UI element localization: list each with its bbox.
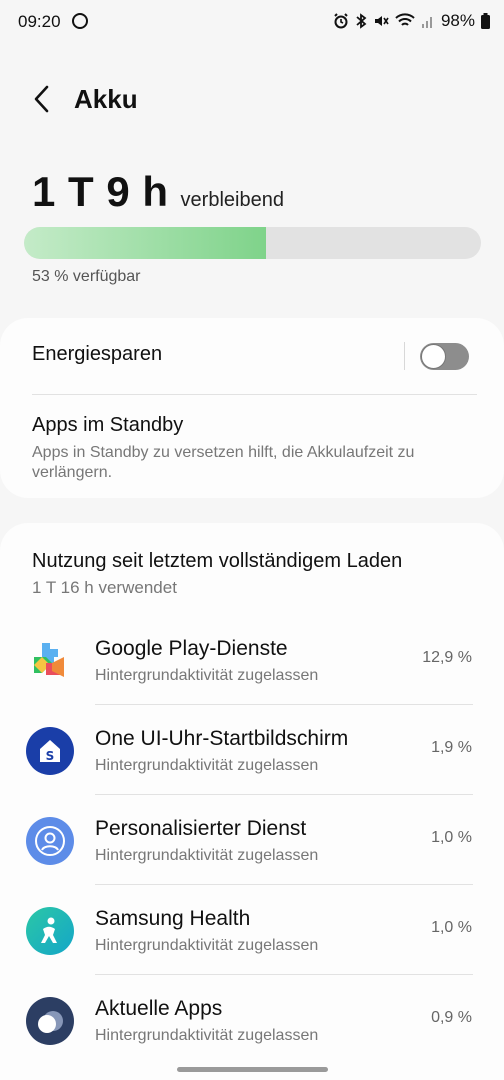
sync-icon bbox=[72, 13, 88, 29]
usage-title: Nutzung seit letztem vollständigem Laden bbox=[32, 550, 403, 572]
mute-icon bbox=[374, 16, 389, 26]
toggle-knob bbox=[421, 344, 446, 369]
app-header: Akku bbox=[0, 80, 504, 120]
status-time: 09:20 bbox=[18, 12, 61, 31]
app-list-item[interactable]: S One UI-Uhr-Startbildschirm Hintergrund… bbox=[0, 727, 504, 817]
app-percent: 0,9 % bbox=[431, 1009, 472, 1026]
app-percent: 1,0 % bbox=[431, 919, 472, 936]
divider bbox=[95, 704, 473, 705]
app-list-item[interactable]: Samsung Health Hintergrundaktivität zuge… bbox=[0, 907, 504, 997]
wifi-icon bbox=[395, 13, 415, 26]
battery-level-bar bbox=[24, 227, 481, 259]
app-status: Hintergrundaktivität zugelassen bbox=[95, 757, 319, 774]
remaining-time: 1 T 9 h bbox=[32, 168, 169, 215]
app-name: Personalisierter Dienst bbox=[95, 817, 307, 840]
standby-title: Apps im Standby bbox=[32, 414, 184, 436]
energy-saving-toggle[interactable] bbox=[420, 343, 469, 370]
app-status: Hintergrundaktivität zugelassen bbox=[95, 1027, 319, 1044]
app-name: Aktuelle Apps bbox=[95, 997, 223, 1020]
standby-description: Apps in Standby zu versetzen hilft, die … bbox=[32, 444, 415, 481]
app-status: Hintergrundaktivität zugelassen bbox=[95, 667, 319, 684]
battery-icon bbox=[481, 13, 490, 29]
app-status: Hintergrundaktivität zugelassen bbox=[95, 937, 319, 954]
divider bbox=[404, 342, 405, 370]
battery-remaining: 1 T 9 h verbleibend bbox=[32, 168, 284, 216]
status-icons: 98% bbox=[333, 11, 490, 31]
battery-available: 53 % verfügbar bbox=[32, 268, 141, 285]
back-button[interactable] bbox=[26, 80, 56, 118]
app-list-item[interactable]: Personalisierter Dienst Hintergrundaktiv… bbox=[0, 817, 504, 907]
battery-level-fill bbox=[24, 227, 267, 259]
usage-subtitle: 1 T 16 h verwendet bbox=[32, 578, 177, 597]
battery-percent: 98% bbox=[440, 11, 475, 30]
usage-card: Nutzung seit letztem vollständigem Laden… bbox=[0, 523, 504, 1080]
home-indicator[interactable] bbox=[177, 1067, 328, 1072]
page-title: Akku bbox=[74, 84, 138, 114]
signal-icon bbox=[421, 17, 432, 28]
energy-saving-label[interactable]: Energiesparen bbox=[32, 343, 162, 366]
app-percent: 1,9 % bbox=[431, 739, 472, 756]
app-status: Hintergrundaktivität zugelassen bbox=[95, 847, 319, 864]
remaining-label: verbleibend bbox=[180, 189, 284, 211]
app-name: One UI-Uhr-Startbildschirm bbox=[95, 727, 349, 750]
divider bbox=[95, 794, 473, 795]
divider bbox=[95, 974, 473, 975]
settings-card: Energiesparen Apps im Standby Apps in St… bbox=[0, 318, 504, 498]
app-percent: 12,9 % bbox=[422, 649, 472, 666]
samsung-health-icon bbox=[26, 907, 74, 955]
personalized-service-icon bbox=[26, 817, 74, 865]
google-play-services-icon bbox=[26, 637, 74, 685]
svg-text:S: S bbox=[46, 749, 55, 763]
recent-apps-icon bbox=[26, 997, 74, 1045]
back-arrow-icon bbox=[34, 85, 49, 113]
divider bbox=[32, 394, 477, 395]
app-list-item[interactable]: Google Play-Dienste Hintergrundaktivität… bbox=[0, 637, 504, 727]
bluetooth-icon bbox=[356, 13, 367, 29]
app-name: Samsung Health bbox=[95, 907, 251, 930]
status-bar: 09:20 98% bbox=[0, 0, 504, 44]
alarm-icon bbox=[334, 13, 348, 29]
divider bbox=[95, 884, 473, 885]
app-percent: 1,0 % bbox=[431, 829, 472, 846]
one-ui-watch-icon: S bbox=[26, 727, 74, 775]
app-name: Google Play-Dienste bbox=[95, 637, 288, 660]
